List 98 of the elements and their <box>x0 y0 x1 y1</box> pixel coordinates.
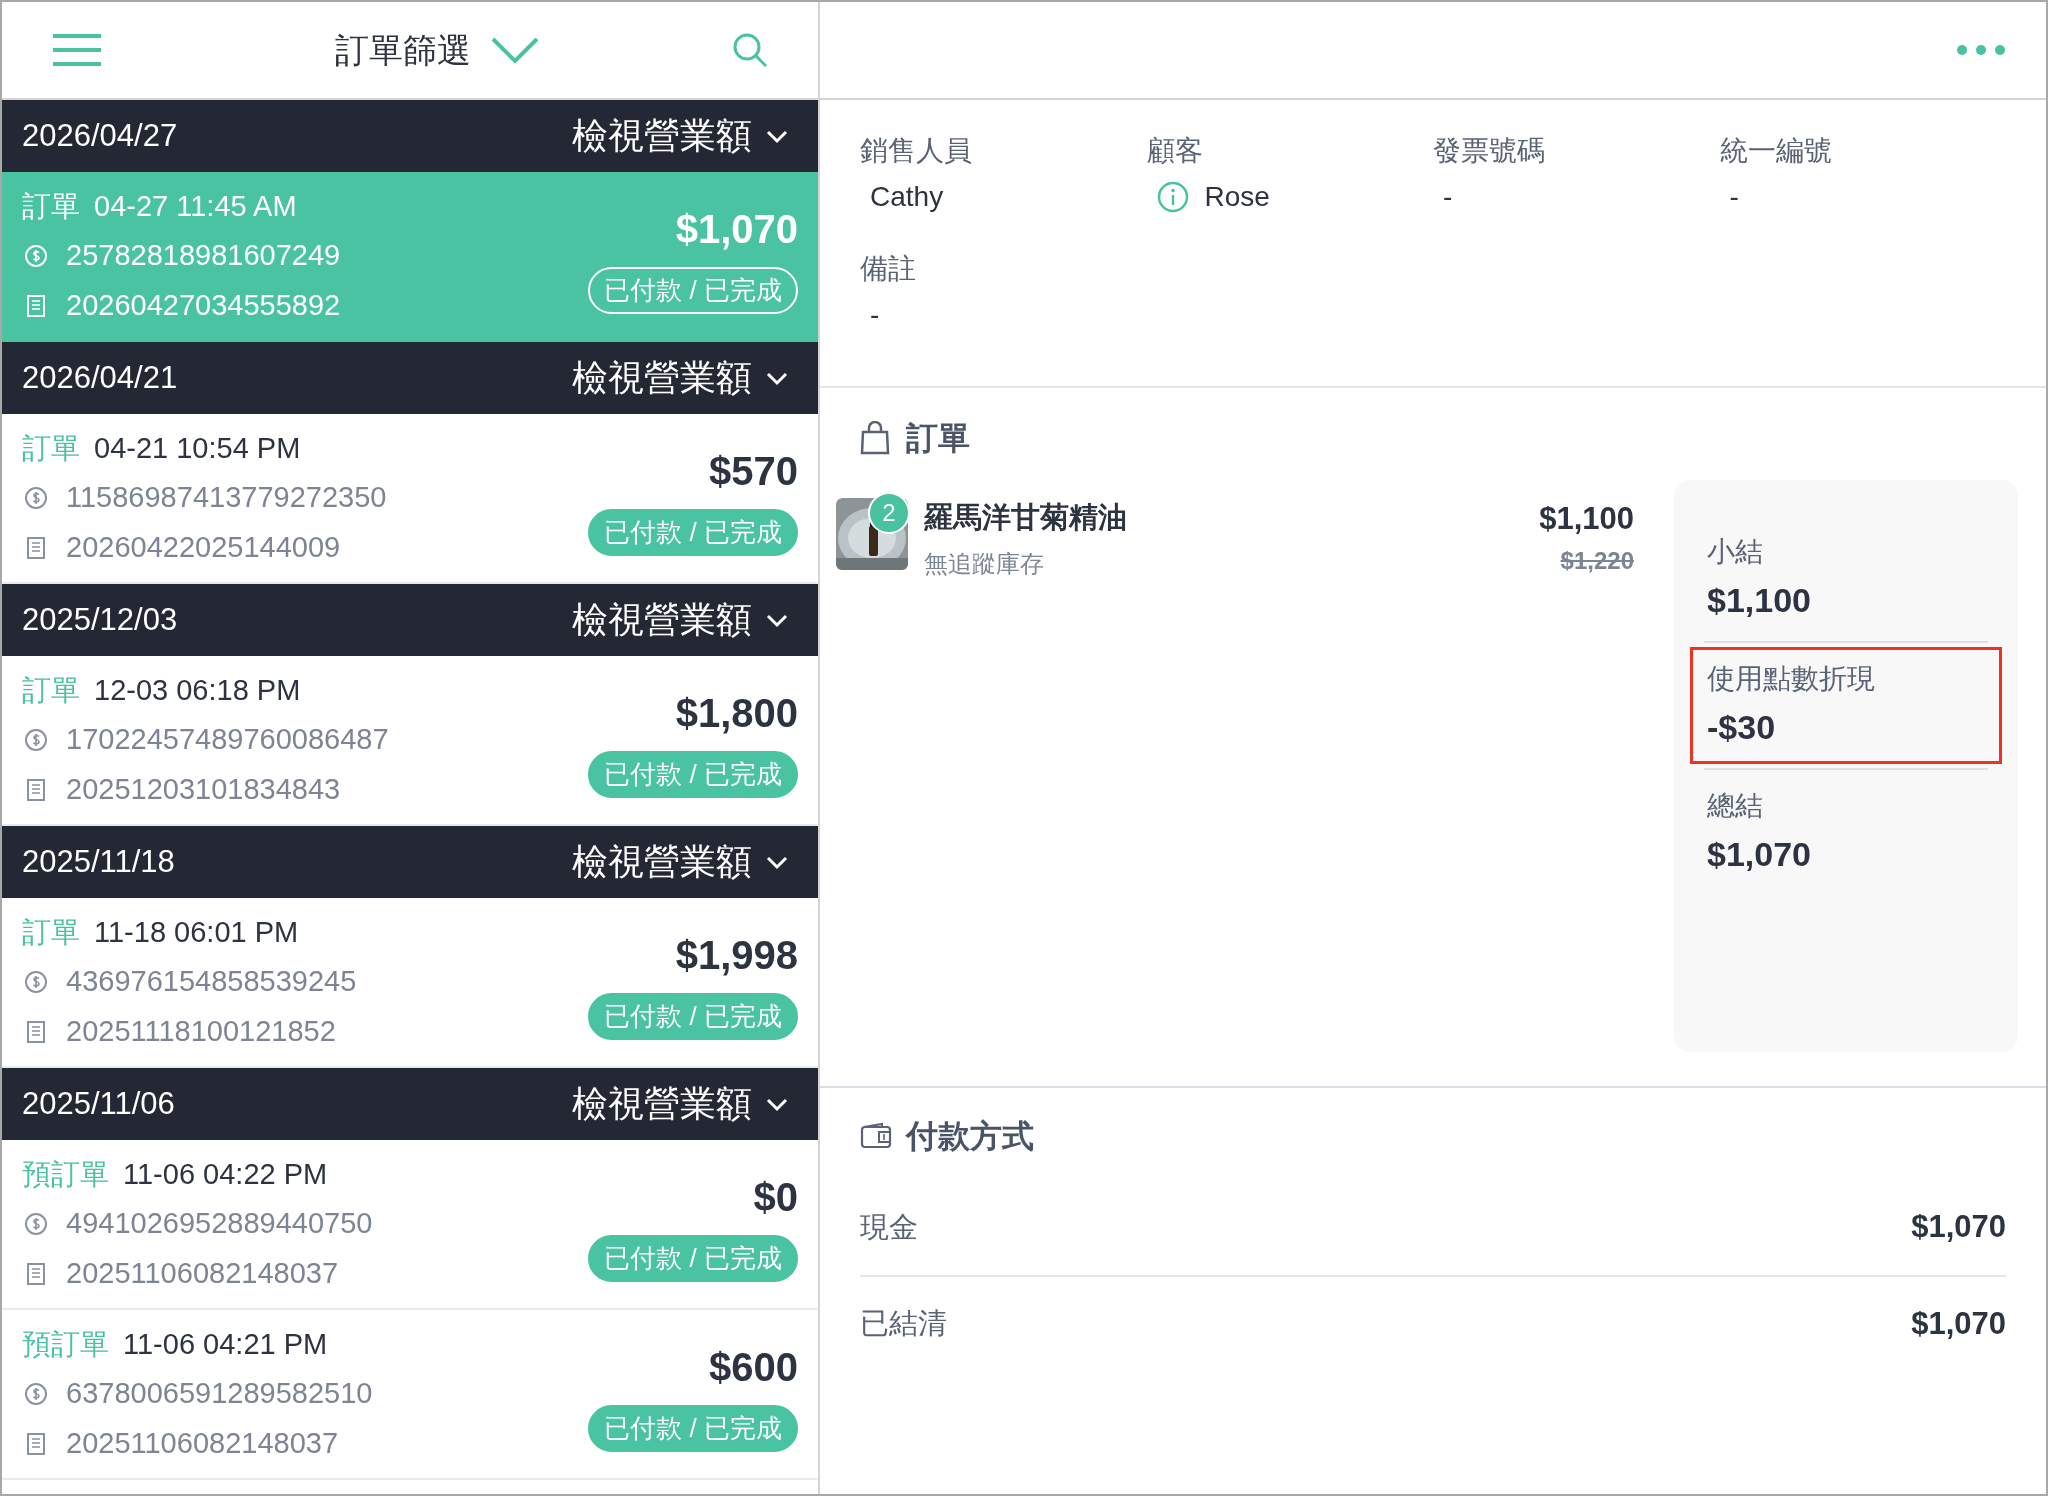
stock-note: 無追蹤庫存 <box>924 548 1045 579</box>
chevron-down-icon <box>766 370 788 386</box>
invoice-number: 20251203101834843 <box>66 771 341 807</box>
receipt-icon <box>24 535 48 560</box>
revenue-button[interactable]: 檢視營業額 <box>572 109 788 163</box>
field-value: Rose <box>1204 180 1270 214</box>
payment-label: 已結清 <box>860 1306 947 1341</box>
menu-icon[interactable] <box>52 33 102 67</box>
order-type: 訂單 <box>22 430 80 466</box>
search-icon[interactable] <box>732 32 768 68</box>
dollar-coin-icon <box>24 970 48 994</box>
status-badge: 已付款 / 已完成 <box>588 750 798 798</box>
field-value: - <box>870 298 880 332</box>
chevron-down-icon <box>766 854 788 870</box>
date-label: 2026/04/21 <box>22 358 178 397</box>
order-type: 預訂單 <box>22 1326 109 1362</box>
date-label: 2026/04/27 <box>22 116 178 155</box>
payment-amount: $1,070 <box>1911 1304 2006 1343</box>
chevron-down-icon <box>766 128 788 144</box>
dollar-coin-icon <box>24 1382 48 1406</box>
revenue-button[interactable]: 檢視營業額 <box>572 351 788 405</box>
quantity-badge: 2 <box>868 492 910 534</box>
field-label: 統一編號 <box>1719 134 1833 168</box>
info-icon[interactable] <box>1156 181 1189 213</box>
payment-number: 17022457489760086487 <box>66 722 389 758</box>
order-time: 11-06 04:21 PM <box>123 1326 328 1362</box>
order-amount: $570 <box>709 447 798 495</box>
summary-label: 總結 <box>1707 789 1764 823</box>
order-amount: $600 <box>709 1343 798 1391</box>
receipt-icon <box>24 777 48 802</box>
invoice-number: 20251106082148037 <box>66 1425 339 1461</box>
field-value: - <box>1443 180 1453 214</box>
summary-label: 使用點數折現 <box>1707 662 1876 696</box>
payment-label: 現金 <box>860 1209 918 1245</box>
dollar-coin-icon <box>24 1212 48 1236</box>
field-label: 顧客 <box>1146 134 1204 168</box>
receipt-icon <box>24 1261 48 1286</box>
revenue-button[interactable]: 檢視營業額 <box>572 593 788 647</box>
summary-value: $1,070 <box>1707 834 1812 875</box>
shopping-bag-icon <box>860 421 890 455</box>
order-amount: $1,070 <box>675 205 798 253</box>
chevron-down-icon <box>766 1096 788 1112</box>
date-label: 2025/12/03 <box>22 600 178 639</box>
date-label: 2025/11/06 <box>22 1084 175 1123</box>
payment-number: 4941026952889440750 <box>66 1206 373 1242</box>
filter-title[interactable]: 訂單篩選 <box>335 24 471 76</box>
date-label: 2025/11/18 <box>22 842 175 881</box>
field-label: 銷售人員 <box>860 134 973 168</box>
field-value: - <box>1729 180 1739 214</box>
original-price: $1,220 <box>1560 545 1634 576</box>
payment-amount: $1,070 <box>1911 1208 2006 1246</box>
status-badge: 已付款 / 已完成 <box>588 1404 798 1452</box>
order-time: 04-27 11:45 AM <box>94 188 297 224</box>
invoice-number: 20260427034555892 <box>66 287 341 323</box>
payment-number: 25782818981607249 <box>66 238 341 274</box>
field-label: 發票號碼 <box>1433 134 1546 168</box>
dollar-coin-icon <box>24 728 48 752</box>
status-badge: 已付款 / 已完成 <box>588 1234 798 1282</box>
order-amount: $1,998 <box>675 931 798 979</box>
section-title: 付款方式 <box>906 1117 1034 1156</box>
order-time: 11-06 04:22 PM <box>123 1156 328 1192</box>
order-amount: $0 <box>753 1173 798 1221</box>
revenue-button[interactable]: 檢視營業額 <box>572 835 788 889</box>
payment-number: 11586987413779272350 <box>66 480 387 516</box>
section-title: 訂單 <box>906 419 970 458</box>
order-type: 訂單 <box>22 914 80 950</box>
status-badge: 已付款 / 已完成 <box>588 266 798 314</box>
chevron-down-icon <box>766 612 788 628</box>
payment-number: 436976154858539245 <box>66 964 357 1000</box>
status-badge: 已付款 / 已完成 <box>588 992 798 1040</box>
order-time: 04-21 10:54 PM <box>94 430 301 466</box>
receipt-icon <box>24 1019 48 1044</box>
product-name: 羅馬洋甘菊精油 <box>924 500 1128 535</box>
order-time: 12-03 06:18 PM <box>94 672 301 708</box>
receipt-icon <box>24 293 48 318</box>
receipt-icon <box>24 1431 48 1456</box>
invoice-number: 20251106082148037 <box>66 1255 339 1291</box>
field-label: 備註 <box>860 252 917 286</box>
order-type: 預訂單 <box>22 1156 109 1192</box>
dollar-coin-icon <box>24 244 48 268</box>
invoice-number: 20260422025144009 <box>66 529 341 565</box>
revenue-button[interactable]: 檢視營業額 <box>572 1077 788 1131</box>
order-type: 訂單 <box>22 672 80 708</box>
product-price: $1,100 <box>1539 500 1634 538</box>
chevron-down-icon[interactable] <box>491 36 539 64</box>
wallet-icon <box>860 1122 892 1150</box>
summary-value: $1,100 <box>1707 580 1812 621</box>
order-amount: $1,800 <box>675 689 798 737</box>
order-type: 訂單 <box>22 188 80 224</box>
invoice-number: 20251118100121852 <box>66 1013 336 1049</box>
field-value: Cathy <box>870 180 944 214</box>
more-icon[interactable] <box>1956 44 2006 56</box>
status-badge: 已付款 / 已完成 <box>588 508 798 556</box>
summary-value: -$30 <box>1707 707 1777 748</box>
payment-number: 6378006591289582510 <box>66 1376 373 1412</box>
summary-label: 小結 <box>1707 535 1764 569</box>
order-time: 11-18 06:01 PM <box>94 914 299 950</box>
dollar-coin-icon <box>24 486 48 510</box>
